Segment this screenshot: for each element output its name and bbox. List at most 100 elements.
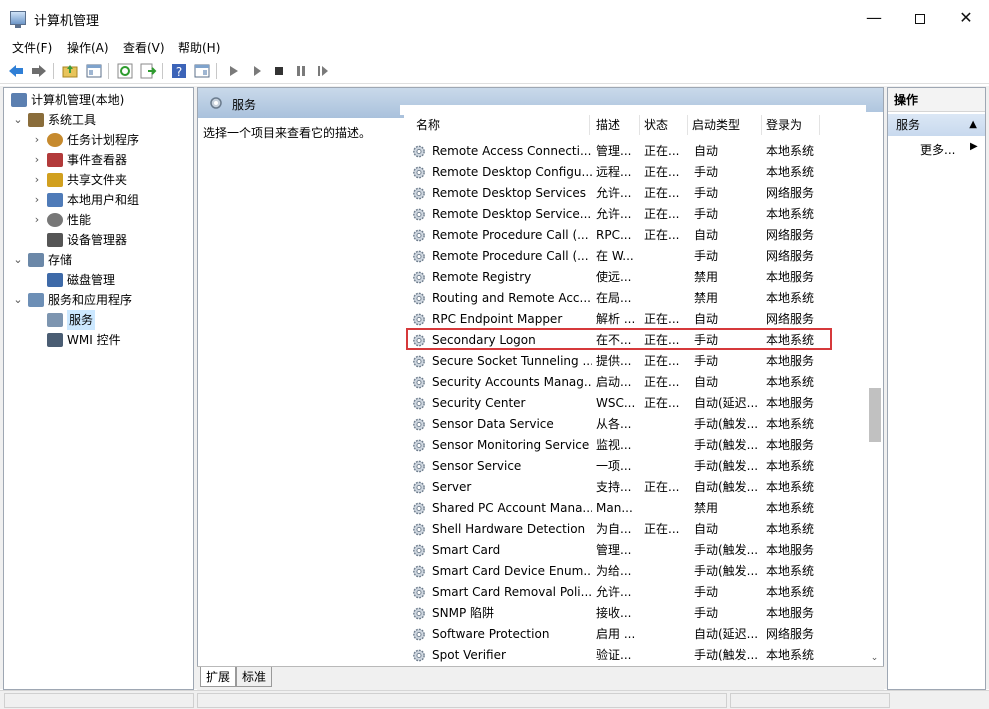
table-row[interactable]: Sensor Monitoring Service 监视... 手动(触发... 本地… [404,435,864,456]
forward-icon[interactable] [30,62,48,80]
column-name[interactable]: 名称 ^ [412,113,590,135]
tree-expander-icon[interactable]: › [31,130,43,150]
tree-item-3[interactable]: › 事件查看器 [31,150,190,170]
table-row[interactable]: Smart Card Device Enum... 为给... 手动(触发... 本地… [404,561,864,582]
table-row[interactable]: Remote Desktop Configu... 远程... 正在... 手动 本地系… [404,162,864,183]
table-row[interactable]: Server 支持... 正在... 自动(触发... 本地系统 [404,477,864,498]
menu-file[interactable]: 文件(F) [12,39,52,56]
collapse-up-icon[interactable]: ▲ [969,114,977,136]
service-description-cell: Man... [596,501,633,515]
column-logon-as[interactable]: 登录为 [762,115,820,135]
tree-item-10[interactable]: ⌄ 服务和应用程序 [12,290,190,310]
table-row[interactable]: Sensor Service 一项... 手动(触发... 本地系统 [404,456,864,477]
table-row[interactable]: Shared PC Account Mana... Man... 禁用 本地系统 [404,498,864,519]
tree-expander-icon[interactable]: › [31,150,43,170]
show-hide-tree-icon[interactable] [85,62,103,80]
minimize-button[interactable]: — [851,0,897,36]
table-row[interactable]: Sensor Data Service 从各... 手动(触发... 本地系统 [404,414,864,435]
export-list-icon[interactable] [139,62,157,80]
back-icon[interactable] [7,62,25,80]
start-service-icon[interactable] [225,62,243,80]
pause-service-icon[interactable] [292,62,310,80]
column-status[interactable]: 状态 [640,115,688,135]
tree-expander-icon[interactable]: › [31,210,43,230]
service-gear-icon [413,229,425,242]
properties-pane-icon[interactable] [193,62,211,80]
table-row[interactable]: Secure Socket Tunneling ... 提供... 正在... 手动 本… [404,351,864,372]
table-row[interactable]: Security Accounts Manag... 启动... 正在... 自动 本地… [404,372,864,393]
tree-item-0[interactable]: 计算机管理(本地) [7,90,190,110]
service-startup-type: 手动 [694,207,719,221]
column-startup-type[interactable]: 启动类型 [688,115,762,135]
table-row[interactable]: Remote Desktop Service... 允许... 正在... 手动 本地系… [404,204,864,225]
tree-item-7[interactable]: 设备管理器 [31,230,190,250]
tree-item-12[interactable]: WMI 控件 [31,330,190,350]
tree-item-1[interactable]: ⌄ 系统工具 [12,110,190,130]
table-row[interactable]: Smart Card 管理... 手动(触发... 本地服务 [404,540,864,561]
tree-item-6[interactable]: › 性能 [31,210,190,230]
scroll-down-icon[interactable]: ⌄ [866,650,883,666]
tree-item-label: 共享文件夹 [67,173,128,187]
column-description[interactable]: 描述 [592,115,640,135]
refresh-icon[interactable] [116,62,134,80]
scrollbar-thumb[interactable] [869,388,881,442]
help-icon[interactable]: ? [170,62,188,80]
start-service-alt-icon[interactable] [248,62,266,80]
table-row[interactable]: Shell Hardware Detection 为自... 正在... 自动 本地系统 [404,519,864,540]
menu-action[interactable]: 操作(A) [67,39,109,56]
menu-help[interactable]: 帮助(H) [178,39,220,56]
restart-service-icon[interactable] [314,62,332,80]
service-logon: 本地系统 [766,648,815,662]
clock-icon [47,133,63,147]
table-row[interactable]: Remote Registry 使远... 禁用 本地服务 [404,267,864,288]
tree-expander-icon[interactable]: ⌄ [12,250,24,270]
service-name: Secure Socket Tunneling ... [432,354,592,368]
table-row[interactable]: Smart Card Removal Poli... 允许... 手动 本地系统 [404,582,864,603]
service-description-cell: 远程... [596,165,632,179]
tree-expander-icon[interactable]: ⌄ [12,290,24,310]
tree-expander-icon[interactable]: › [31,190,43,210]
table-row[interactable]: SNMP 陷阱 接收... 手动 本地服务 [404,603,864,624]
menu-view[interactable]: 查看(V) [123,39,165,56]
tree-item-5[interactable]: › 本地用户和组 [31,190,190,210]
tree-item-4[interactable]: › 共享文件夹 [31,170,190,190]
tree-item-9[interactable]: 磁盘管理 [31,270,190,290]
table-row[interactable]: Routing and Remote Acc... 在局... 禁用 本地系统 [404,288,864,309]
table-row[interactable]: Software Protection 启用 ... 自动(延迟... 网络服务 [404,624,864,645]
actions-group-services[interactable]: 服务 ▲ [888,114,985,136]
service-description-cell: RPC... [596,228,632,242]
submenu-arrow-icon[interactable]: ▶ [970,141,978,152]
service-gear-icon [413,292,425,305]
service-description-cell: 允许... [596,585,632,599]
tree-expander-icon[interactable]: › [31,170,43,190]
computer-management-icon [10,11,26,28]
tree-item-8[interactable]: ⌄ 存储 [12,250,190,270]
service-startup-type: 手动 [694,165,719,179]
table-row[interactable]: Remote Access Connecti... 管理... 正在... 自动 本地系… [404,141,864,162]
service-gear-icon [413,313,425,326]
tab-standard[interactable]: 标准 [236,667,273,687]
service-logon: 本地系统 [766,165,815,179]
service-description-cell: 在局... [596,291,632,305]
table-row[interactable]: Spot Verifier 验证... 手动(触发... 本地系统 [404,645,864,666]
close-button[interactable]: ✕ [943,0,989,36]
tab-extended[interactable]: 扩展 [200,667,237,687]
table-row[interactable]: Remote Procedure Call (... 在 W... 手动 网络服务 [404,246,864,267]
tree-expander-icon[interactable]: ⌄ [12,110,24,130]
service-gear-icon [413,376,425,389]
service-gear-icon [413,607,425,620]
table-row[interactable]: RPC Endpoint Mapper 解析 ... 正在... 自动 网络服务 [404,309,864,330]
vertical-scrollbar[interactable]: ⌄ [866,112,883,668]
tree-item-2[interactable]: › 任务计划程序 [31,130,190,150]
service-name: Remote Desktop Services [432,186,587,200]
maximize-button[interactable] [897,0,943,36]
table-row[interactable]: Security Center WSC... 正在... 自动(延迟... 本地服务 [404,393,864,414]
table-row[interactable]: Remote Procedure Call (... RPC... 正在... 自动 网… [404,225,864,246]
more-actions[interactable]: 更多... [920,141,955,158]
tree-item-11[interactable]: 服务 [31,310,190,330]
stop-service-icon[interactable] [270,62,288,80]
table-row[interactable]: Secondary Logon 在不... 正在... 手动 本地系统 [404,330,864,351]
up-folder-icon[interactable] [61,62,79,80]
tree-item-label: 系统工具 [48,113,97,127]
table-row[interactable]: Remote Desktop Services 允许... 正在... 手动 网络服务 [404,183,864,204]
